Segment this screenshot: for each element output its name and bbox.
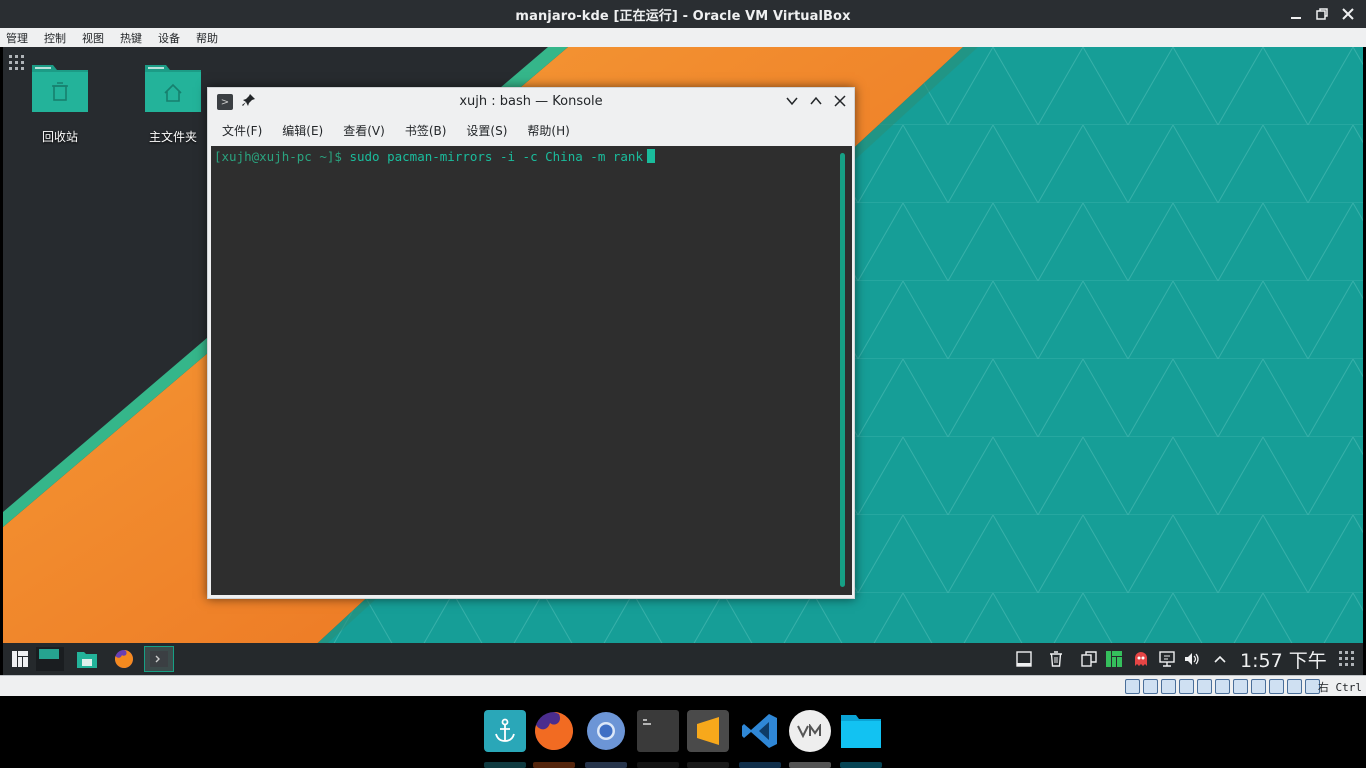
cpu-icon[interactable] [1269,679,1284,694]
vbox-titlebar: manjaro-kde [正在运行] - Oracle VM VirtualBo… [0,0,1366,28]
menu-item-help[interactable]: 帮助(H) [527,122,569,139]
minimize-icon[interactable] [1290,8,1302,20]
optical-drive-icon[interactable] [1143,679,1158,694]
vmware-icon [797,724,821,738]
firefox-icon [535,712,574,750]
folder-icon [841,715,881,748]
taskbar-konsole[interactable] [144,646,174,672]
application-launcher[interactable] [5,646,35,672]
usb-icon[interactable] [1197,679,1212,694]
terminal-icon [150,651,168,667]
dock-reflection [687,762,729,768]
dock-files[interactable] [840,710,882,752]
terminal-view[interactable]: [xujh@xujh-pc ~]$ sudo pacman-mirrors -i… [211,146,852,595]
network-adapter-icon[interactable] [1179,679,1194,694]
show-desktop-icon[interactable] [1016,651,1032,667]
audio-icon[interactable] [1161,679,1176,694]
close-icon[interactable] [1342,8,1354,20]
pager-desktop[interactable] [35,646,65,672]
mouse-integration-icon[interactable] [1287,679,1302,694]
home-folder-icon [145,65,201,112]
file-manager-icon [77,652,97,668]
menu-item-control[interactable]: 控制 [44,30,66,46]
host-key-label: 右 Ctrl [1317,681,1362,694]
taskbar-dolphin[interactable] [72,646,102,672]
terminal-scrollbar[interactable] [840,153,845,587]
shared-folder-icon[interactable] [1215,679,1230,694]
menu-item-view[interactable]: 查看(V) [343,122,385,139]
text-cursor [646,149,655,163]
desktop-icon-label: 回收站 [41,130,78,144]
clipboard-icon[interactable] [1081,651,1097,667]
app-grid-icon[interactable] [1339,651,1355,667]
konsole-title: xujh : bash — Konsole [459,93,603,109]
dock-sublime[interactable] [687,710,729,752]
desktop-icon-trash[interactable]: 回收站 [15,61,105,145]
host-dock-area [0,696,1366,768]
host-dock [478,704,888,768]
taskbar-firefox[interactable] [109,646,139,672]
maximize-icon[interactable] [808,93,824,109]
manjaro-logo-icon [12,651,28,667]
menu-item-view[interactable]: 视图 [82,30,104,46]
trash-folder-icon [32,65,88,112]
desktop-icon-label: 主文件夹 [148,130,197,144]
status-indicators [1125,679,1320,694]
window-title: manjaro-kde [正在运行] - Oracle VM VirtualBo… [515,8,851,24]
dock-anchor-app[interactable] [484,710,526,752]
update-notifier-icon[interactable] [1133,651,1149,667]
desktop-icon-home[interactable]: 主文件夹 [128,61,218,145]
menu-item-help[interactable]: 帮助 [196,30,218,46]
video-capture-icon[interactable] [1251,679,1266,694]
minimize-icon[interactable] [784,93,800,109]
digital-clock[interactable]: 1:57 下午 [1240,646,1327,673]
guest-screen: 回收站 主文件夹 > xujh : bash — Konsole 文件(F) 编… [3,47,1363,675]
menu-item-file[interactable]: 文件(F) [222,122,262,139]
dock-reflection [533,762,575,768]
firefox-icon [114,650,133,668]
menu-item-devices[interactable]: 设备 [158,30,180,46]
menu-item-bookmarks[interactable]: 书签(B) [405,122,447,139]
dock-reflection [484,762,526,768]
vscode-icon [742,714,777,748]
dock-vscode[interactable] [739,710,781,752]
shell-command: sudo pacman-mirrors -i -c China -m rank [349,149,643,164]
konsole-menubar: 文件(F) 编辑(E) 查看(V) 书签(B) 设置(S) 帮助(H) [208,114,854,146]
vbox-menubar: 管理 控制 视图 热键 设备 帮助 [0,28,1366,47]
dock-firefox[interactable] [533,710,575,752]
close-icon[interactable] [832,93,848,109]
vbox-statusbar: 右 Ctrl [0,675,1366,696]
konsole-titlebar[interactable]: > xujh : bash — Konsole [208,88,854,114]
chevron-up-icon[interactable] [1212,651,1228,667]
menu-item-edit[interactable]: 编辑(E) [282,122,323,139]
konsole-window: > xujh : bash — Konsole 文件(F) 编辑(E) 查看(V… [207,87,855,599]
menu-item-settings[interactable]: 设置(S) [466,122,507,139]
dock-reflection [585,762,627,768]
dock-terminal[interactable] [637,710,679,752]
anchor-icon [495,718,515,742]
shell-prompt: [xujh@xujh-pc ~]$ [214,149,342,164]
dock-reflection [840,762,882,768]
terminal-icon [637,710,679,752]
display-icon[interactable] [1233,679,1248,694]
restore-icon[interactable] [1316,8,1328,20]
dock-reflection [739,762,781,768]
menu-item-manage[interactable]: 管理 [6,30,28,46]
hard-disk-icon[interactable] [1125,679,1140,694]
dock-vmware[interactable] [789,710,831,752]
menu-item-hotkey[interactable]: 热键 [120,30,142,46]
network-icon[interactable] [1159,651,1175,667]
dock-reflection [637,762,679,768]
desktop-pager-icon [36,647,64,671]
manjaro-settings-icon[interactable] [1106,651,1122,667]
trash-icon[interactable] [1048,651,1064,667]
volume-icon[interactable] [1184,651,1200,667]
sublime-text-icon [697,717,719,745]
taskbar-panel: 1:57 下午 [3,643,1363,675]
chromium-icon [587,712,625,750]
dock-chromium[interactable] [585,710,627,752]
dock-reflection [789,762,831,768]
